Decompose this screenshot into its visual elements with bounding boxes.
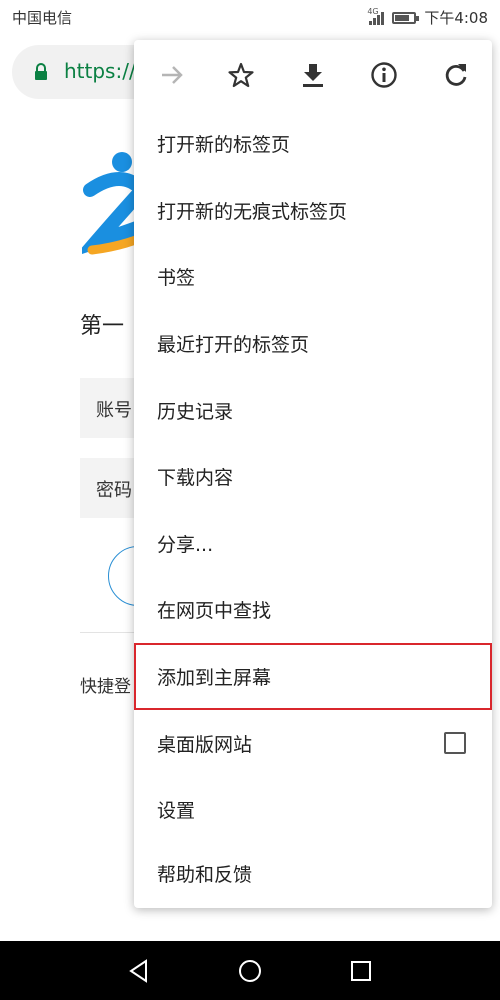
menu-item-new-tab[interactable]: 打开新的标签页 <box>134 110 492 177</box>
battery-icon <box>392 11 420 24</box>
menu-item-recent-tabs[interactable]: 最近打开的标签页 <box>134 310 492 377</box>
carrier-name: 中国电信 <box>12 9 73 27</box>
star-icon[interactable] <box>223 57 259 93</box>
browser-overflow-menu: 打开新的标签页 打开新的无痕式标签页 书签 最近打开的标签页 历史记录 下载内容… <box>134 40 492 908</box>
info-icon[interactable] <box>366 57 402 93</box>
menu-item-add-to-home-screen[interactable]: 添加到主屏幕 <box>134 643 492 710</box>
back-icon[interactable] <box>126 958 152 984</box>
status-indicators: 4G 下午4:08 <box>367 7 488 28</box>
refresh-icon[interactable] <box>438 57 474 93</box>
menu-item-label: 分享... <box>157 534 214 556</box>
page-title: 第一 <box>80 314 125 339</box>
account-label: 账号 <box>96 400 132 421</box>
menu-item-bookmarks[interactable]: 书签 <box>134 243 492 310</box>
clock: 下午4:08 <box>424 9 488 27</box>
home-icon[interactable] <box>237 958 263 984</box>
menu-item-settings[interactable]: 设置 <box>134 776 492 843</box>
quick-login-label: 快捷登 <box>80 677 131 697</box>
system-nav-bar <box>0 941 500 1000</box>
menu-item-desktop-site[interactable]: 桌面版网站 <box>134 710 492 777</box>
menu-item-label: 历史记录 <box>157 401 234 423</box>
menu-item-share[interactable]: 分享... <box>134 510 492 577</box>
lock-icon <box>35 63 47 80</box>
menu-item-label: 打开新的标签页 <box>157 134 291 156</box>
recents-icon[interactable] <box>348 958 374 984</box>
menu-item-label: 书签 <box>157 267 196 289</box>
menu-item-new-incognito-tab[interactable]: 打开新的无痕式标签页 <box>134 177 492 244</box>
network-type: 4G <box>367 6 379 16</box>
menu-item-help-feedback[interactable]: 帮助和反馈 <box>134 840 492 907</box>
menu-item-find-in-page[interactable]: 在网页中查找 <box>134 576 492 643</box>
forward-arrow-icon[interactable] <box>154 57 190 93</box>
status-bar: 中国电信 4G 下午4:08 <box>0 0 500 34</box>
menu-item-downloads[interactable]: 下载内容 <box>134 443 492 510</box>
menu-item-label: 帮助和反馈 <box>157 864 253 886</box>
signal-icon: 4G <box>367 7 385 25</box>
download-icon[interactable] <box>295 57 331 93</box>
menu-item-label: 桌面版网站 <box>157 734 253 756</box>
menu-item-label: 下载内容 <box>157 467 234 489</box>
menu-item-history[interactable]: 历史记录 <box>134 377 492 444</box>
desktop-site-checkbox[interactable] <box>444 732 466 754</box>
menu-icon-row <box>134 40 492 110</box>
url-text[interactable]: https:// <box>64 59 136 83</box>
menu-item-label: 打开新的无痕式标签页 <box>157 201 348 223</box>
menu-item-label: 设置 <box>157 800 196 822</box>
menu-item-label: 添加到主屏幕 <box>157 667 272 689</box>
password-label: 密码 <box>96 480 132 501</box>
menu-item-label: 最近打开的标签页 <box>157 334 310 356</box>
menu-item-label: 在网页中查找 <box>157 600 272 622</box>
